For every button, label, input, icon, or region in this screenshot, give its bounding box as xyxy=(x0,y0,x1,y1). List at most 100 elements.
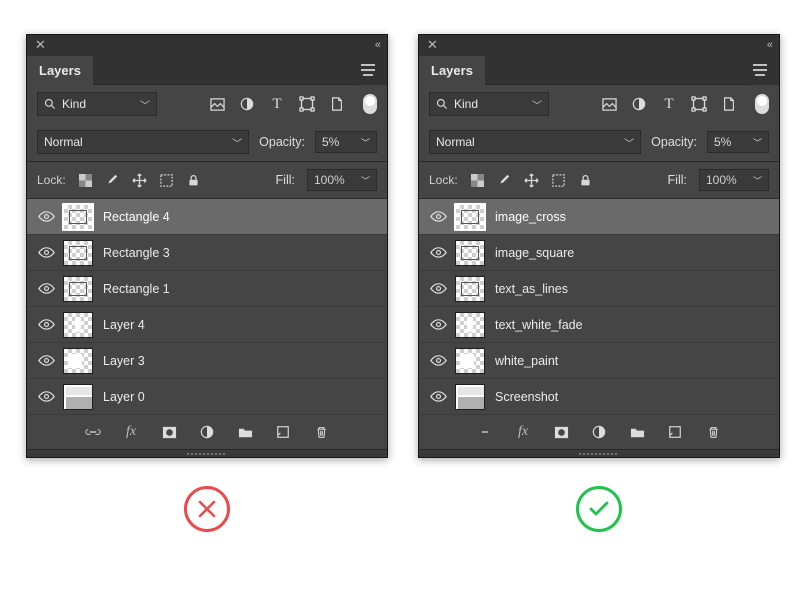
layer-name[interactable]: text_as_lines xyxy=(493,282,779,296)
lock-transparency-icon[interactable] xyxy=(470,173,485,188)
resize-handle[interactable] xyxy=(27,449,387,457)
panel-menu-icon[interactable] xyxy=(751,59,773,81)
layer-row[interactable]: Layer 0 xyxy=(27,379,387,415)
layer-thumbnail[interactable] xyxy=(63,348,93,374)
layer-name[interactable]: image_square xyxy=(493,246,779,260)
layer-name[interactable]: Rectangle 3 xyxy=(101,246,387,260)
filter-image-icon[interactable] xyxy=(209,96,225,112)
group-icon[interactable] xyxy=(629,424,645,440)
opacity-dropdown[interactable]: 5% ﹀ xyxy=(707,131,769,153)
filter-type-icon[interactable]: T xyxy=(661,96,677,112)
close-icon[interactable]: ✕ xyxy=(35,37,46,53)
visibility-eye-icon[interactable] xyxy=(37,282,55,295)
mask-icon[interactable] xyxy=(553,424,569,440)
filter-type-icon[interactable]: T xyxy=(269,96,285,112)
layer-row[interactable]: white_paint xyxy=(419,343,779,379)
close-icon[interactable]: ✕ xyxy=(427,37,438,53)
visibility-eye-icon[interactable] xyxy=(37,318,55,331)
collapse-icon[interactable]: « xyxy=(767,39,771,51)
mask-icon[interactable] xyxy=(161,424,177,440)
effects-icon[interactable]: fx xyxy=(515,424,531,440)
trash-icon[interactable] xyxy=(705,424,721,440)
layer-row[interactable]: Layer 4 xyxy=(27,307,387,343)
visibility-eye-icon[interactable] xyxy=(429,210,447,223)
trash-icon[interactable] xyxy=(313,424,329,440)
layer-thumbnail[interactable] xyxy=(63,312,93,338)
layer-row[interactable]: Layer 3 xyxy=(27,343,387,379)
lock-artboard-icon[interactable] xyxy=(551,173,566,188)
layer-row[interactable]: Rectangle 1 xyxy=(27,271,387,307)
lock-move-icon[interactable] xyxy=(524,173,539,188)
link-icon[interactable] xyxy=(85,424,101,440)
adjustment-layer-icon[interactable] xyxy=(591,424,607,440)
layer-name[interactable]: Layer 3 xyxy=(101,354,387,368)
lock-all-icon[interactable] xyxy=(186,173,201,188)
tab-layers[interactable]: Layers xyxy=(419,56,485,85)
layer-name[interactable]: Layer 4 xyxy=(101,318,387,332)
layer-name[interactable]: text_white_fade xyxy=(493,318,779,332)
tab-layers[interactable]: Layers xyxy=(27,56,93,85)
new-layer-icon[interactable] xyxy=(667,424,683,440)
panel-menu-icon[interactable] xyxy=(359,59,381,81)
visibility-eye-icon[interactable] xyxy=(429,282,447,295)
layer-thumbnail[interactable] xyxy=(455,384,485,410)
layer-thumbnail[interactable] xyxy=(455,240,485,266)
link-icon[interactable] xyxy=(477,424,493,440)
filter-shape-icon[interactable] xyxy=(691,96,707,112)
layer-name[interactable]: Screenshot xyxy=(493,390,779,404)
collapse-icon[interactable]: « xyxy=(375,39,379,51)
filter-shape-icon[interactable] xyxy=(299,96,315,112)
layer-thumbnail[interactable] xyxy=(455,348,485,374)
layer-name[interactable]: white_paint xyxy=(493,354,779,368)
adjustment-layer-icon[interactable] xyxy=(199,424,215,440)
filter-image-icon[interactable] xyxy=(601,96,617,112)
visibility-eye-icon[interactable] xyxy=(37,210,55,223)
layer-name[interactable]: Rectangle 1 xyxy=(101,282,387,296)
layer-thumbnail[interactable] xyxy=(63,240,93,266)
blend-mode-dropdown[interactable]: Normal ﹀ xyxy=(37,130,249,154)
visibility-eye-icon[interactable] xyxy=(37,246,55,259)
visibility-eye-icon[interactable] xyxy=(429,390,447,403)
filter-adjustment-icon[interactable] xyxy=(239,96,255,112)
layer-row[interactable]: Rectangle 3 xyxy=(27,235,387,271)
layer-row[interactable]: text_as_lines xyxy=(419,271,779,307)
lock-transparency-icon[interactable] xyxy=(78,173,93,188)
layer-row[interactable]: Rectangle 4 xyxy=(27,199,387,235)
layer-row[interactable]: image_square xyxy=(419,235,779,271)
layer-thumbnail[interactable] xyxy=(63,204,93,230)
fill-dropdown[interactable]: 100% ﹀ xyxy=(307,169,377,191)
lock-artboard-icon[interactable] xyxy=(159,173,174,188)
layer-thumbnail[interactable] xyxy=(455,204,485,230)
resize-handle[interactable] xyxy=(419,449,779,457)
lock-brush-icon[interactable] xyxy=(497,173,512,188)
layer-name[interactable]: image_cross xyxy=(493,210,779,224)
filter-adjustment-icon[interactable] xyxy=(631,96,647,112)
layer-thumbnail[interactable] xyxy=(63,276,93,302)
lock-brush-icon[interactable] xyxy=(105,173,120,188)
group-icon[interactable] xyxy=(237,424,253,440)
layer-name[interactable]: Rectangle 4 xyxy=(101,210,387,224)
fill-dropdown[interactable]: 100% ﹀ xyxy=(699,169,769,191)
new-layer-icon[interactable] xyxy=(275,424,291,440)
layer-thumbnail[interactable] xyxy=(455,312,485,338)
lock-all-icon[interactable] xyxy=(578,173,593,188)
filter-toggle[interactable] xyxy=(755,94,769,114)
filter-smartobject-icon[interactable] xyxy=(721,96,737,112)
filter-smartobject-icon[interactable] xyxy=(329,96,345,112)
visibility-eye-icon[interactable] xyxy=(429,246,447,259)
layer-row[interactable]: image_cross xyxy=(419,199,779,235)
layer-thumbnail[interactable] xyxy=(63,384,93,410)
layer-row[interactable]: text_white_fade xyxy=(419,307,779,343)
layer-name[interactable]: Layer 0 xyxy=(101,390,387,404)
effects-icon[interactable]: fx xyxy=(123,424,139,440)
visibility-eye-icon[interactable] xyxy=(429,354,447,367)
visibility-eye-icon[interactable] xyxy=(429,318,447,331)
layer-thumbnail[interactable] xyxy=(455,276,485,302)
opacity-dropdown[interactable]: 5% ﹀ xyxy=(315,131,377,153)
lock-move-icon[interactable] xyxy=(132,173,147,188)
filter-toggle[interactable] xyxy=(363,94,377,114)
visibility-eye-icon[interactable] xyxy=(37,390,55,403)
filter-kind-dropdown[interactable]: Kind ﹀ xyxy=(37,92,157,116)
blend-mode-dropdown[interactable]: Normal ﹀ xyxy=(429,130,641,154)
filter-kind-dropdown[interactable]: Kind ﹀ xyxy=(429,92,549,116)
